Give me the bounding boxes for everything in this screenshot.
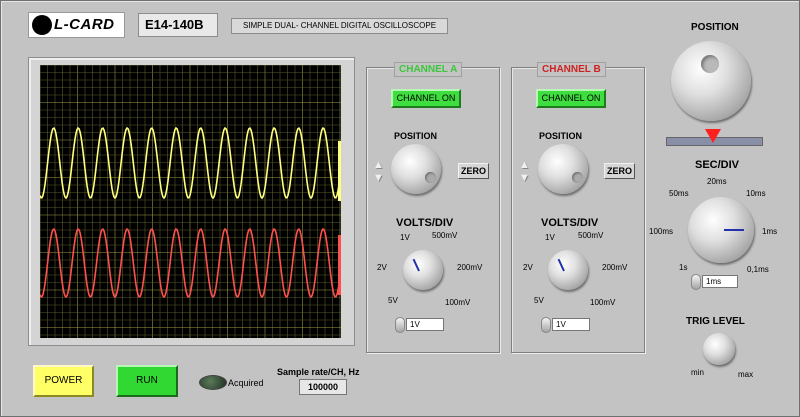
sample-rate-label: Sample rate/CH, Hz xyxy=(277,367,360,377)
sec-div-spinner[interactable] xyxy=(691,274,701,290)
channel-a-group xyxy=(366,67,500,353)
channel-b-scale-2v: 2V xyxy=(523,263,533,272)
channel-a-volts-label: VOLTS/DIV xyxy=(396,217,454,229)
channel-b-volts-spinner[interactable] xyxy=(541,317,551,333)
channel-b-volts-label: VOLTS/DIV xyxy=(541,217,599,229)
channel-b-edge-marker xyxy=(338,235,341,295)
scope-display xyxy=(39,64,342,338)
trig-min-label: min xyxy=(691,368,704,377)
channel-b-on-button[interactable]: CHANNEL ON xyxy=(536,89,606,108)
horizontal-position-label: POSITION xyxy=(691,22,739,33)
channel-a-scale-5v: 5V xyxy=(388,296,398,305)
trig-level-label: TRIG LEVEL xyxy=(686,316,745,327)
channel-a-position-knob[interactable] xyxy=(391,144,441,194)
l-card-logo: L-CARD xyxy=(28,12,125,38)
channel-a-scale-100mv: 100mV xyxy=(445,298,471,307)
sec-div-scale-50ms: 50ms xyxy=(669,189,689,198)
channel-a-scale-200mv: 200mV xyxy=(457,263,483,272)
logo-circle xyxy=(32,15,52,35)
channel-a-zero-button[interactable]: ZERO xyxy=(458,163,489,179)
model-label: E14-140B xyxy=(138,13,218,37)
channel-a-edge-marker xyxy=(338,141,341,201)
channel-a-volts-field[interactable]: 1V xyxy=(406,318,444,331)
channel-a-on-button[interactable]: CHANNEL ON xyxy=(391,89,461,108)
channel-a-scale-500mv: 500mV xyxy=(432,231,458,240)
channel-b-scale-500mv: 500mV xyxy=(578,231,604,240)
channel-b-scale-1v: 1V xyxy=(545,233,555,242)
app-subtitle: SIMPLE DUAL- CHANNEL DIGITAL OSCILLOSCOP… xyxy=(231,18,448,34)
sec-div-scale-0-1ms: 0,1ms xyxy=(747,265,769,274)
channel-b-volts-knob[interactable] xyxy=(548,250,588,290)
channel-b-scale-5v: 5V xyxy=(534,296,544,305)
power-button[interactable]: POWER xyxy=(33,365,94,397)
sec-div-scale-1ms: 1ms xyxy=(762,227,778,236)
channel-a-scale-1v: 1V xyxy=(400,233,410,242)
channel-b-zero-button[interactable]: ZERO xyxy=(604,163,635,179)
sample-rate-value: 100000 xyxy=(299,379,347,395)
channel-b-group xyxy=(511,67,645,353)
channel-a-volts-spinner[interactable] xyxy=(395,317,405,333)
sec-div-label: SEC/DIV xyxy=(695,159,740,171)
sec-div-scale-20ms: 20ms xyxy=(707,177,727,186)
channel-b-volts-field[interactable]: 1V xyxy=(552,318,590,331)
trig-max-label: max xyxy=(738,370,754,379)
acquired-led-icon xyxy=(199,375,227,390)
sec-div-knob[interactable] xyxy=(688,197,754,263)
scope-grid xyxy=(39,64,341,338)
channel-b-scale-100mv: 100mV xyxy=(590,298,616,307)
sec-div-scale-10ms: 10ms xyxy=(746,189,766,198)
trig-level-knob[interactable] xyxy=(703,333,735,365)
oscilloscope-panel: L-CARD E14-140B SIMPLE DUAL- CHANNEL DIG… xyxy=(0,0,800,417)
channel-b-title: CHANNEL B xyxy=(537,62,606,77)
channel-a-title: CHANNEL A xyxy=(394,62,463,77)
channel-a-scale-2v: 2V xyxy=(377,263,387,272)
scope-screen xyxy=(39,64,342,338)
channel-a-position-arrows[interactable]: ▲ ▼ xyxy=(373,159,385,189)
acquired-label: Acquired xyxy=(228,378,264,388)
position-marker-icon[interactable] xyxy=(705,129,721,143)
channel-a-volts-knob[interactable] xyxy=(403,250,443,290)
run-button[interactable]: RUN xyxy=(116,365,178,397)
sec-div-scale-100ms: 100ms xyxy=(649,227,674,236)
logo-text: L-CARD xyxy=(54,16,115,33)
channel-b-scale-200mv: 200mV xyxy=(602,263,628,272)
sec-div-field[interactable]: 1ms xyxy=(702,275,738,288)
sec-div-scale-1s: 1s xyxy=(679,263,688,272)
channel-b-position-arrows[interactable]: ▲ ▼ xyxy=(519,159,531,189)
horizontal-position-knob[interactable] xyxy=(671,41,751,121)
channel-a-position-label: POSITION xyxy=(394,131,438,141)
channel-b-position-label: POSITION xyxy=(539,131,583,141)
channel-b-position-knob[interactable] xyxy=(538,144,588,194)
